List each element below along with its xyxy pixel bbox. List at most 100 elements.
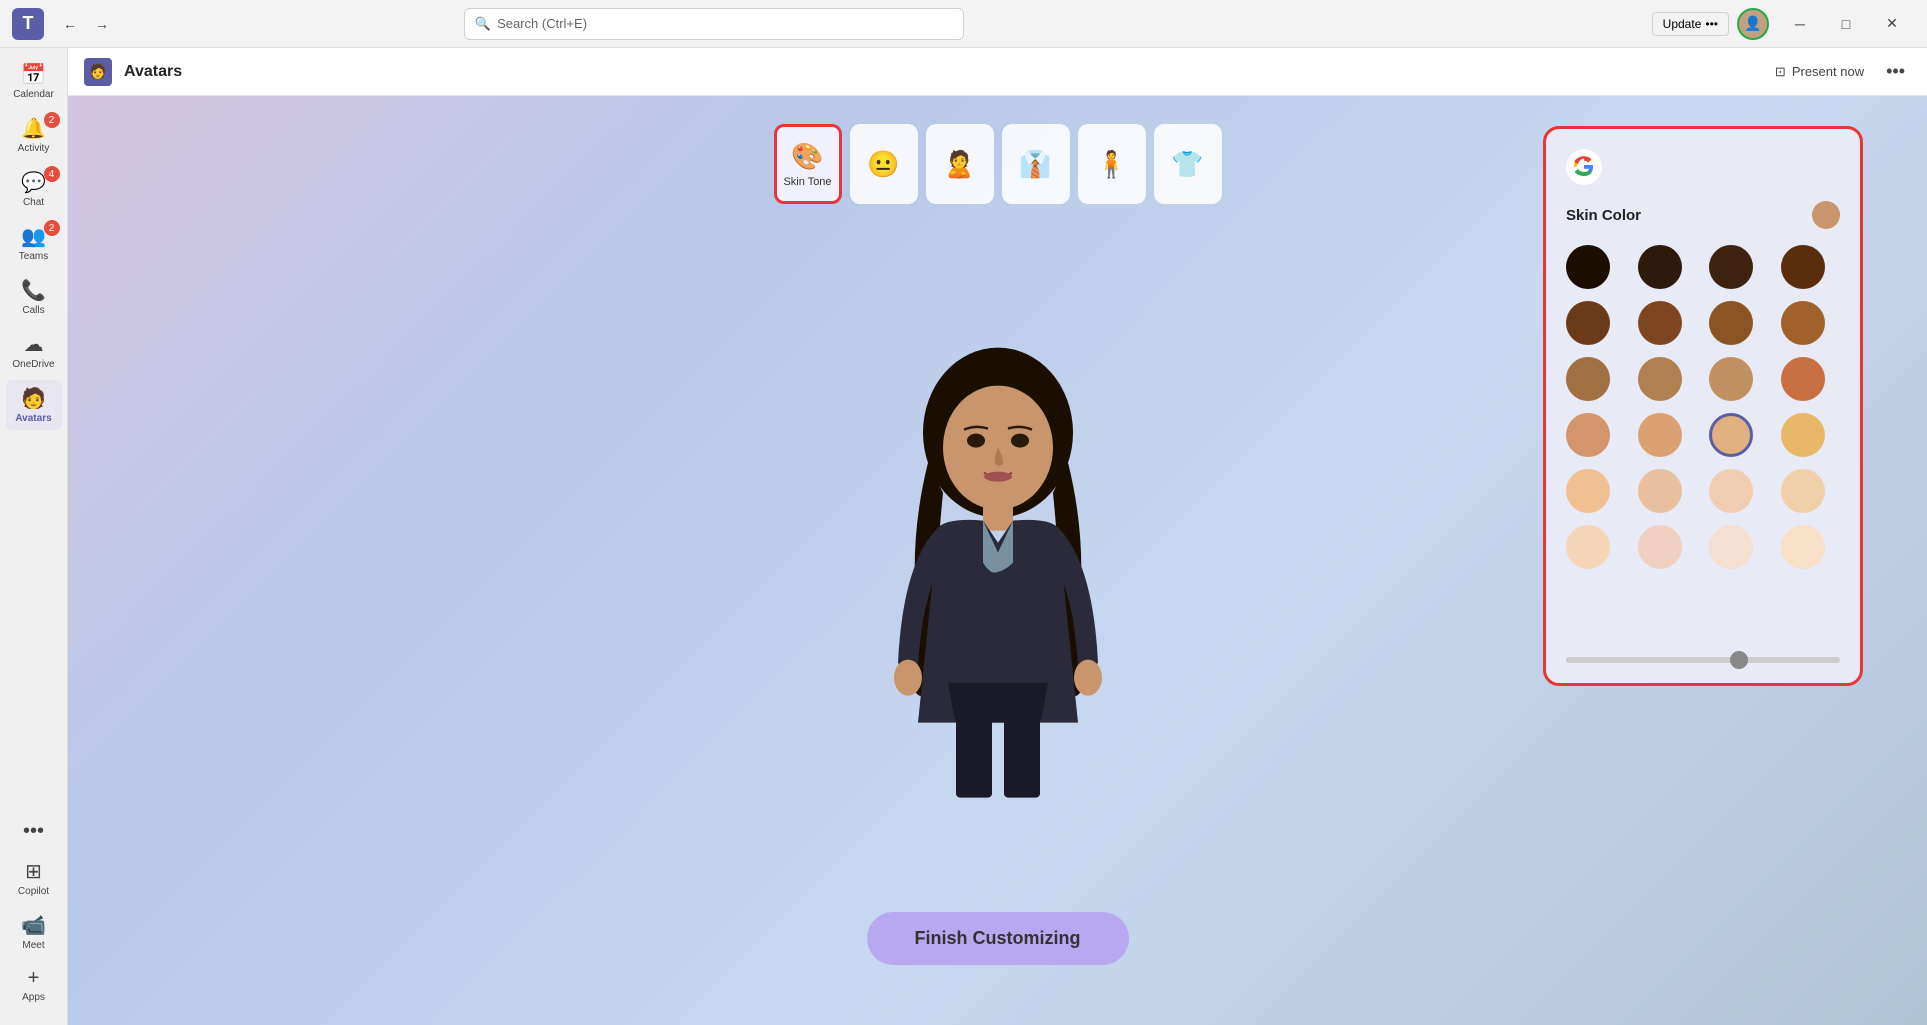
window-close-button[interactable]: ✕: [1869, 8, 1915, 40]
back-button[interactable]: ←: [56, 10, 84, 38]
color-swatch[interactable]: [1709, 357, 1753, 401]
color-swatch[interactable]: [1566, 469, 1610, 513]
sidebar-item-copilot[interactable]: ⊞ Copilot: [6, 853, 62, 903]
selected-color-dot: [1812, 201, 1840, 229]
color-swatch[interactable]: [1566, 525, 1610, 569]
skin-color-panel: Skin Color: [1543, 126, 1863, 686]
sidebar-item-label: Apps: [22, 992, 45, 1003]
sidebar-item-calendar[interactable]: 📅 Calendar: [6, 56, 62, 106]
update-button[interactable]: Update •••: [1652, 12, 1729, 36]
color-swatch[interactable]: [1638, 245, 1682, 289]
skin-color-title: Skin Color: [1566, 207, 1641, 224]
sidebar-item-calls[interactable]: 📞 Calls: [6, 272, 62, 322]
sidebar-item-label: Calendar: [13, 89, 54, 100]
color-swatch[interactable]: [1638, 469, 1682, 513]
panel-header: Skin Color: [1566, 201, 1840, 229]
avatar-toolbar: 🎨 Skin Tone 😐 🙎 👔 🧍 👕: [774, 124, 1222, 204]
slider-thumb[interactable]: [1730, 651, 1748, 669]
color-swatch[interactable]: [1566, 357, 1610, 401]
present-icon: ⊡: [1775, 64, 1786, 80]
sidebar-item-more[interactable]: •••: [6, 814, 62, 849]
sidebar-item-chat[interactable]: 💬 Chat 4: [6, 164, 62, 214]
toolbar-head[interactable]: 🙎: [926, 124, 994, 204]
color-swatch[interactable]: [1781, 301, 1825, 345]
accessories-icon: 🧍: [1095, 149, 1127, 180]
color-swatch[interactable]: [1566, 245, 1610, 289]
page-title: Avatars: [124, 63, 182, 81]
color-swatch[interactable]: [1709, 525, 1753, 569]
color-swatch[interactable]: [1709, 301, 1753, 345]
color-swatch[interactable]: [1781, 357, 1825, 401]
slider-track: [1566, 657, 1840, 663]
search-bar[interactable]: 🔍 Search (Ctrl+E): [464, 8, 964, 40]
apps-icon: +: [28, 967, 40, 990]
panel-logo: [1566, 149, 1602, 185]
avatar-figure: [848, 342, 1148, 862]
teams-badge: 2: [44, 220, 60, 236]
forward-button[interactable]: →: [88, 10, 116, 38]
toolbar-skin-tone[interactable]: 🎨 Skin Tone: [774, 124, 842, 204]
color-swatch[interactable]: [1566, 413, 1610, 457]
finish-customizing-button[interactable]: Finish Customizing: [867, 912, 1129, 965]
sidebar-item-label: Chat: [23, 197, 44, 208]
onedrive-icon: ☁: [24, 332, 44, 357]
app-header-icon: 🧑: [84, 58, 112, 86]
toolbar-accessories[interactable]: 🧍: [1078, 124, 1146, 204]
maximize-button[interactable]: □: [1823, 8, 1869, 40]
color-swatch[interactable]: [1781, 469, 1825, 513]
present-now-button[interactable]: ⊡ Present now: [1767, 60, 1872, 84]
window-controls: ─ □ ✕: [1777, 8, 1915, 40]
meet-icon: 📹: [21, 913, 46, 938]
avatars-icon: 🧑: [21, 386, 46, 411]
toolbar-face[interactable]: 😐: [850, 124, 918, 204]
skin-tone-icon: 🎨: [791, 141, 823, 172]
sidebar-item-label: Avatars: [15, 413, 51, 424]
header-more-button[interactable]: •••: [1880, 57, 1911, 86]
calendar-icon: 📅: [21, 62, 46, 87]
color-swatch[interactable]: [1566, 301, 1610, 345]
color-swatch[interactable]: [1638, 357, 1682, 401]
user-avatar[interactable]: 👤: [1737, 8, 1769, 40]
skin-color-grid: [1566, 245, 1840, 569]
color-swatch[interactable]: [1781, 245, 1825, 289]
chat-badge: 4: [44, 166, 60, 182]
sidebar-item-teams[interactable]: 👥 Teams 2: [6, 218, 62, 268]
calls-icon: 📞: [21, 278, 46, 303]
sidebar-item-label: Copilot: [18, 886, 49, 897]
color-swatch[interactable]: [1709, 469, 1753, 513]
avatar-svg: [848, 342, 1148, 862]
titlebar-right: Update ••• 👤 ─ □ ✕: [1652, 8, 1915, 40]
nav-controls: ← →: [56, 10, 116, 38]
color-swatch[interactable]: [1781, 525, 1825, 569]
color-swatch[interactable]: [1709, 413, 1753, 457]
toolbar-outfit[interactable]: 👕: [1154, 124, 1222, 204]
sidebar-item-label: Calls: [22, 305, 44, 316]
sidebar: 📅 Calendar 🔔 Activity 2 💬 Chat 4 👥 Teams…: [0, 48, 68, 1025]
toolbar-body[interactable]: 👔: [1002, 124, 1070, 204]
sidebar-item-label: OneDrive: [12, 359, 54, 370]
sidebar-item-meet[interactable]: 📹 Meet: [6, 907, 62, 957]
chat-icon: 💬: [21, 170, 46, 195]
activity-badge: 2: [44, 112, 60, 128]
search-placeholder: Search (Ctrl+E): [497, 16, 587, 31]
color-swatch[interactable]: [1781, 413, 1825, 457]
color-swatch[interactable]: [1638, 301, 1682, 345]
minimize-button[interactable]: ─: [1777, 8, 1823, 40]
sidebar-item-label: Meet: [22, 940, 44, 951]
skin-slider[interactable]: [1566, 657, 1840, 663]
outfit-icon: 👕: [1171, 149, 1203, 180]
toolbar-item-label: Skin Tone: [783, 176, 831, 188]
google-logo-icon: [1572, 155, 1596, 179]
sidebar-item-label: Teams: [19, 251, 48, 262]
sidebar-item-avatars[interactable]: 🧑 Avatars: [6, 380, 62, 430]
color-swatch[interactable]: [1709, 245, 1753, 289]
teams-icon: 👥: [21, 224, 46, 249]
sidebar-item-activity[interactable]: 🔔 Activity 2: [6, 110, 62, 160]
color-swatch[interactable]: [1638, 413, 1682, 457]
head-icon: 🙎: [943, 149, 975, 180]
activity-icon: 🔔: [21, 116, 46, 141]
avatar-workspace: 🎨 Skin Tone 😐 🙎 👔 🧍 👕: [68, 96, 1927, 1025]
sidebar-item-apps[interactable]: + Apps: [6, 961, 62, 1009]
color-swatch[interactable]: [1638, 525, 1682, 569]
sidebar-item-onedrive[interactable]: ☁ OneDrive: [6, 326, 62, 376]
